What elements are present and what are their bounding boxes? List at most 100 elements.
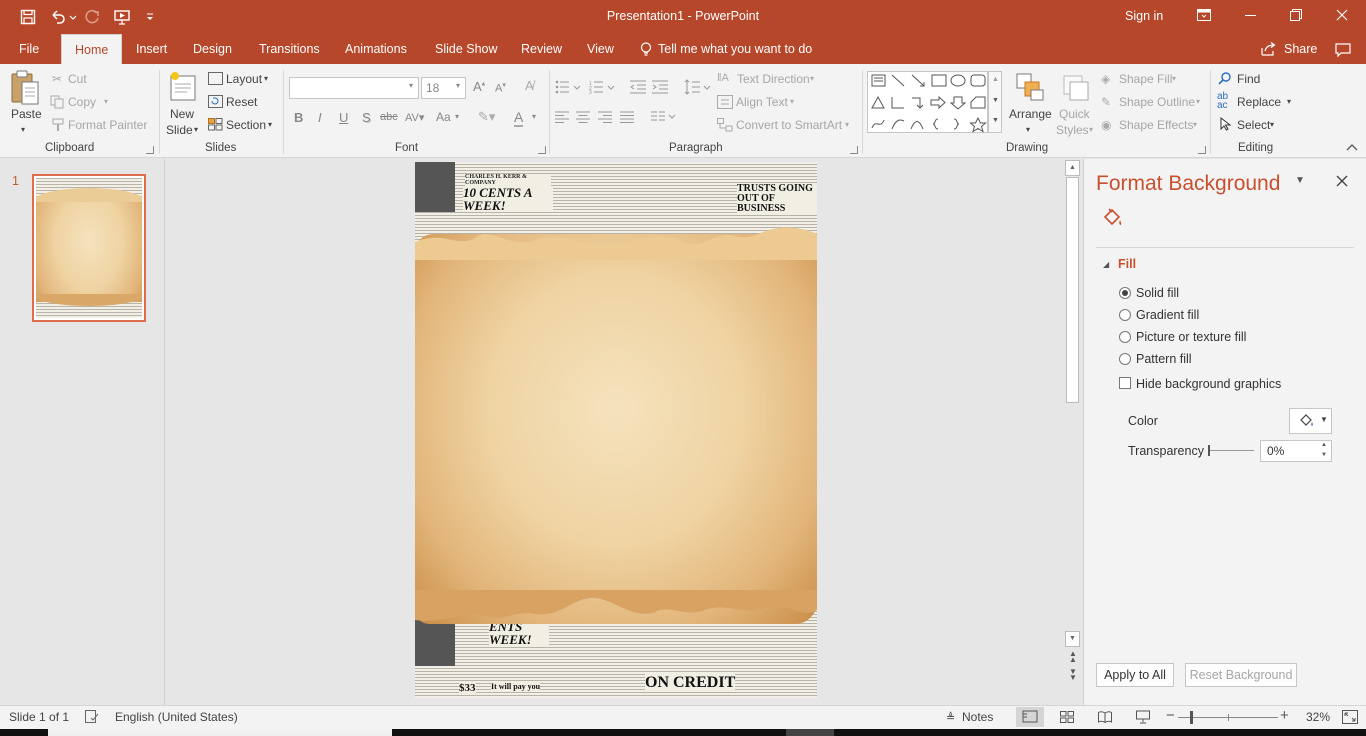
shape-effects-button[interactable]: Shape Effects — [1119, 118, 1194, 132]
notes-button[interactable]: Notes — [962, 710, 993, 724]
quick-styles-dropdown-icon[interactable]: ▾ — [1089, 125, 1093, 134]
replace-icon[interactable]: ab ac — [1217, 92, 1228, 111]
reset-background-button[interactable]: Reset Background — [1185, 663, 1297, 687]
find-icon[interactable] — [1218, 72, 1232, 86]
font-launcher-icon[interactable] — [538, 146, 546, 154]
transparency-slider[interactable] — [1208, 445, 1254, 456]
change-case-button[interactable]: Aa — [436, 110, 451, 124]
normal-view-icon[interactable] — [1016, 707, 1044, 727]
layout-icon[interactable] — [208, 72, 223, 85]
fill-bucket-icon[interactable] — [1101, 207, 1123, 231]
share-button[interactable]: Share — [1284, 34, 1317, 64]
slideshow-view-icon[interactable] — [1136, 710, 1150, 724]
shape-effects-dropdown-icon[interactable]: ▾ — [1193, 120, 1197, 129]
slide-thumbnail[interactable] — [32, 174, 146, 322]
shape-fill-button[interactable]: Shape Fill — [1119, 72, 1172, 86]
quick-styles-icon[interactable] — [1060, 72, 1092, 104]
redo-icon[interactable] — [85, 9, 101, 25]
clipboard-launcher-icon[interactable] — [146, 146, 154, 154]
paragraph-launcher-icon[interactable] — [850, 146, 858, 154]
customize-icon[interactable] — [145, 11, 155, 21]
shape-outline-icon[interactable]: ✎ — [1101, 95, 1111, 109]
comments-icon[interactable] — [1335, 43, 1351, 58]
zoom-level[interactable]: 32% — [1306, 710, 1330, 724]
slide-canvas[interactable]: CHARLES H. KERR & COMPANY 10 CENTS A WEE… — [415, 162, 817, 698]
justify-icon[interactable] — [620, 111, 634, 123]
decrease-indent-icon[interactable] — [630, 80, 646, 94]
layout-dropdown-icon[interactable]: ▾ — [264, 74, 268, 83]
slide-sorter-icon[interactable] — [1060, 711, 1074, 723]
close-icon[interactable] — [1336, 9, 1348, 21]
arrange-dropdown-icon[interactable]: ▾ — [1026, 125, 1030, 134]
align-left-icon[interactable] — [555, 111, 569, 123]
language[interactable]: English (United States) — [115, 710, 238, 724]
scroll-thumb[interactable] — [1066, 177, 1079, 403]
cut-button[interactable]: Cut — [68, 72, 87, 86]
new-slide-dropdown-icon[interactable]: ▾ — [194, 125, 198, 134]
font-color-dropdown-icon[interactable]: ▾ — [532, 112, 536, 121]
taskbar-active-app[interactable] — [786, 729, 834, 736]
find-button[interactable]: Find — [1237, 72, 1260, 86]
pattern-fill-radio[interactable] — [1119, 353, 1131, 365]
tab-slideshow[interactable]: Slide Show — [435, 34, 498, 64]
zoom-slider-thumb[interactable] — [1190, 711, 1193, 724]
notes-icon[interactable]: ≜ — [946, 711, 955, 724]
hide-bg-label[interactable]: Hide background graphics — [1136, 377, 1281, 391]
arrange-icon[interactable] — [1015, 72, 1045, 102]
strikethrough-button[interactable]: abc — [380, 111, 398, 123]
text-direction-button[interactable]: Text Direction — [737, 72, 810, 86]
taskbar-search-box[interactable] — [48, 729, 392, 736]
shapes-gallery[interactable] — [867, 71, 988, 133]
gradient-fill-radio[interactable] — [1119, 309, 1131, 321]
zoom-in-icon[interactable]: + — [1280, 707, 1289, 724]
quick-styles-label-2[interactable]: Styles — [1056, 123, 1089, 137]
shapes-scroll-down-icon[interactable]: ▼ — [992, 97, 999, 104]
maximize-icon[interactable] — [1290, 9, 1302, 21]
undo-icon[interactable] — [50, 9, 77, 25]
transparency-up-icon[interactable]: ▲ — [1321, 442, 1327, 448]
paste-button[interactable]: Paste — [11, 107, 42, 121]
reset-button[interactable]: Reset — [226, 95, 257, 109]
cut-icon[interactable]: ✂ — [52, 72, 62, 86]
spelling-icon[interactable] — [85, 710, 99, 723]
ribbon-display-icon[interactable] — [1197, 9, 1211, 21]
paste-dropdown-icon[interactable]: ▾ — [21, 125, 25, 134]
format-painter-button[interactable]: Format Painter — [68, 118, 147, 132]
shrink-font-icon[interactable]: A▾ — [495, 81, 506, 95]
transparency-slider-thumb[interactable] — [1208, 445, 1210, 456]
scroll-down-icon[interactable]: ▼ — [1065, 631, 1080, 647]
fit-slide-icon[interactable] — [1342, 710, 1358, 724]
shape-outline-dropdown-icon[interactable]: ▾ — [1196, 97, 1200, 106]
picture-fill-label[interactable]: Picture or texture fill — [1136, 330, 1246, 344]
save-icon[interactable] — [20, 9, 36, 25]
change-case-dropdown-icon[interactable]: ▾ — [455, 112, 459, 121]
text-direction-icon[interactable]: ‖A — [717, 72, 733, 86]
select-dropdown-icon[interactable]: ▾ — [1270, 120, 1274, 129]
smartart-button[interactable]: Convert to SmartArt — [736, 118, 842, 132]
sign-in-link[interactable]: Sign in — [1125, 9, 1163, 23]
align-text-dropdown-icon[interactable]: ▾ — [790, 97, 794, 106]
pattern-fill-label[interactable]: Pattern fill — [1136, 352, 1192, 366]
fill-section-header[interactable]: Fill — [1118, 257, 1136, 271]
tab-design[interactable]: Design — [193, 34, 232, 64]
align-right-icon[interactable] — [598, 111, 612, 123]
replace-button[interactable]: Replace — [1237, 95, 1281, 109]
font-size-dropdown-icon[interactable]: ▾ — [456, 81, 460, 90]
new-slide-label-2[interactable]: Slide — [166, 123, 193, 137]
shape-effects-icon[interactable]: ◉ — [1101, 118, 1111, 132]
shapes-scrollbar[interactable]: ▲ ▼ ▼ — [988, 71, 1002, 133]
copy-icon[interactable] — [50, 95, 64, 109]
section-dropdown-icon[interactable]: ▾ — [268, 120, 272, 129]
shape-fill-icon[interactable]: ◈ — [1101, 72, 1110, 86]
numbering-icon[interactable]: 123 — [589, 80, 619, 96]
italic-button[interactable]: I — [318, 110, 322, 125]
minimize-icon[interactable] — [1245, 15, 1256, 16]
bold-button[interactable]: B — [294, 110, 303, 125]
shape-fill-dropdown-icon[interactable]: ▾ — [1172, 74, 1176, 83]
grow-font-icon[interactable]: A▴ — [473, 79, 485, 94]
picture-fill-radio[interactable] — [1119, 331, 1131, 343]
clear-formatting-icon[interactable]: A̸ — [525, 78, 534, 93]
shadow-button[interactable]: S — [362, 110, 371, 125]
layout-button[interactable]: Layout — [226, 72, 262, 86]
paste-icon[interactable] — [10, 70, 40, 106]
